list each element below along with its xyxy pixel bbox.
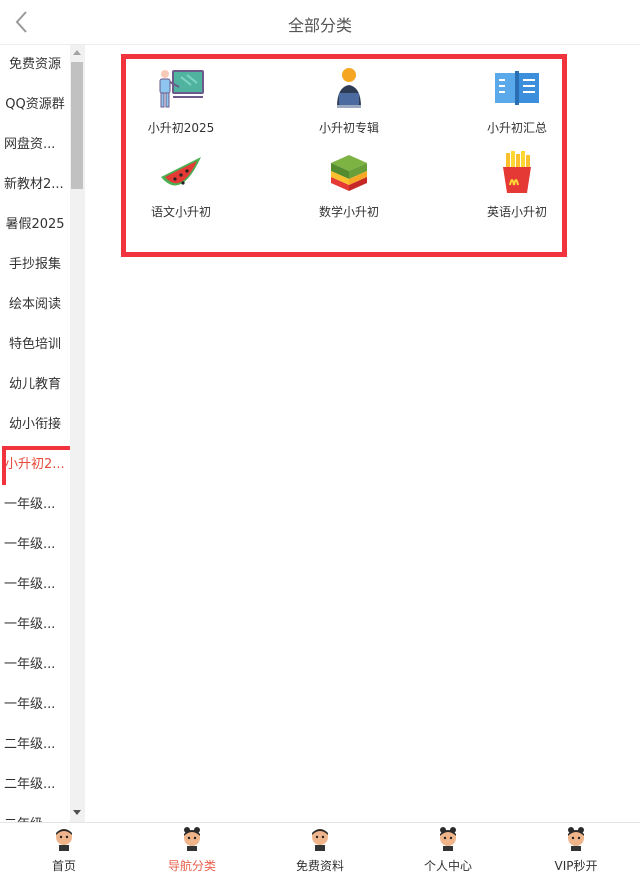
subcategory-item[interactable]: 英语小升初	[462, 151, 572, 220]
sidebar-item[interactable]: 一年级...	[0, 485, 70, 525]
scroll-down-arrow-icon[interactable]	[73, 810, 81, 815]
student-laptop-icon	[337, 68, 361, 108]
category-content: 小升初2025 小升初专辑 小升初汇总 语文小升初 数学小升初 英语小升初	[85, 45, 640, 822]
subcategory-item[interactable]: 小升初专辑	[294, 67, 404, 136]
sidebar-item[interactable]: 二年级...	[0, 765, 70, 805]
sidebar-item-active[interactable]: 小升初2...	[0, 445, 70, 485]
subcategory-label: 英语小升初	[486, 205, 547, 219]
sidebar-item[interactable]: 免费资源	[0, 45, 70, 85]
sidebar-item[interactable]: 一年级...	[0, 525, 70, 565]
sidebar-item[interactable]: 一年级...	[0, 685, 70, 725]
tab-vip[interactable]: VIP秒开	[512, 823, 640, 876]
sidebar-item[interactable]: 一年级...	[0, 605, 70, 645]
sidebar-item[interactable]: 网盘资...	[0, 125, 70, 165]
subcategory-item[interactable]: 小升初2025	[126, 67, 236, 136]
fries-icon	[503, 151, 531, 193]
bottom-tabbar: 首页 导航分类 免费资料 个人中心 VIP秒开	[0, 822, 640, 876]
subcategory-label: 小升初专辑	[318, 121, 379, 135]
sidebar-item[interactable]: 手抄报集	[0, 245, 70, 285]
watermelon-icon	[161, 157, 201, 186]
tab-home[interactable]: 首页	[0, 823, 128, 876]
tab-navigation-category[interactable]: 导航分类	[128, 823, 256, 876]
layer-cake-icon	[331, 155, 367, 191]
subcategory-item[interactable]: 语文小升初	[126, 151, 236, 220]
tab-label: 个人中心	[423, 859, 472, 873]
sidebar-item[interactable]: 绘本阅读	[0, 285, 70, 325]
avatar-icon	[568, 827, 584, 851]
scroll-up-arrow-icon[interactable]	[73, 50, 81, 55]
page-title: 全部分类	[287, 16, 352, 35]
avatar-icon	[56, 829, 72, 851]
top-header: 全部分类	[0, 0, 640, 45]
open-book-icon	[495, 71, 539, 105]
subcategory-grid: 小升初2025 小升初专辑 小升初汇总 语文小升初 数学小升初 英语小升初	[121, 54, 567, 257]
sidebar-item[interactable]: 暑假2025	[0, 205, 70, 245]
subcategory-label: 数学小升初	[318, 205, 379, 219]
avatar-icon	[184, 827, 200, 851]
sidebar-item[interactable]: 二年级...	[0, 725, 70, 765]
tab-label: 导航分类	[167, 859, 216, 873]
teacher-board-icon	[159, 70, 204, 108]
subcategory-label: 语文小升初	[150, 205, 211, 219]
sidebar-item[interactable]: 一年级...	[0, 565, 70, 605]
tab-free-materials[interactable]: 免费资料	[256, 823, 384, 876]
tab-label: 免费资料	[295, 859, 344, 873]
sidebar-item[interactable]: 幼小衔接	[0, 405, 70, 445]
subcategory-label: 小升初汇总	[486, 121, 547, 135]
category-sidebar: 免费资源 QQ资源群 网盘资... 新教材2... 暑假2025 手抄报集 绘本…	[0, 45, 85, 822]
sidebar-item[interactable]: QQ资源群	[0, 85, 70, 125]
tab-label: VIP秒开	[554, 859, 598, 873]
sidebar-list: 免费资源 QQ资源群 网盘资... 新教材2... 暑假2025 手抄报集 绘本…	[0, 45, 70, 822]
subcategory-item[interactable]: 数学小升初	[294, 151, 404, 220]
sidebar-item[interactable]: 二年级...	[0, 805, 70, 822]
tab-personal-center[interactable]: 个人中心	[384, 823, 512, 876]
sidebar-item[interactable]: 一年级...	[0, 645, 70, 685]
sidebar-scrollbar[interactable]	[70, 45, 85, 822]
sidebar-item[interactable]: 特色培训	[0, 325, 70, 365]
tab-label: 首页	[51, 859, 76, 873]
subcategory-item[interactable]: 小升初汇总	[462, 67, 572, 136]
sidebar-item[interactable]: 新教材2...	[0, 165, 70, 205]
subcategory-label: 小升初2025	[147, 121, 215, 135]
scroll-thumb[interactable]	[71, 62, 83, 189]
avatar-icon	[440, 827, 456, 851]
avatar-icon	[312, 829, 328, 851]
sidebar-item[interactable]: 幼儿教育	[0, 365, 70, 405]
